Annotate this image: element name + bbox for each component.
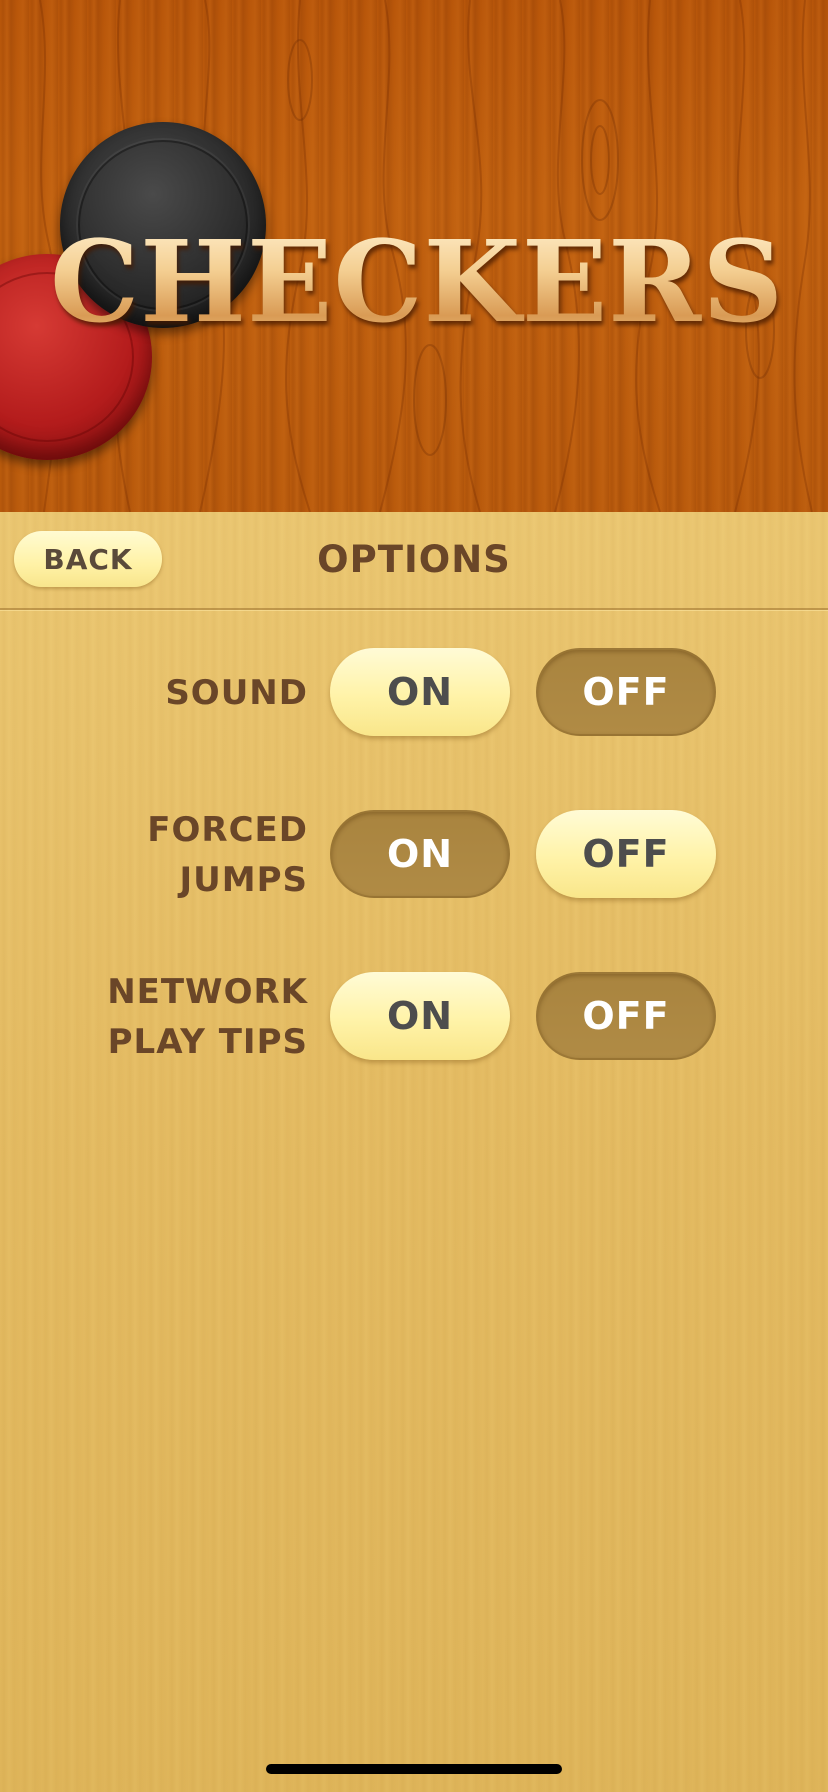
- header-banner: CHECKERS: [0, 0, 828, 512]
- sound-on-button[interactable]: ON: [330, 648, 510, 736]
- option-label-forced-jumps: FORCED JUMPS: [147, 810, 308, 900]
- network-play-tips-off-button[interactable]: OFF: [536, 972, 716, 1060]
- page-title: OPTIONS: [317, 538, 511, 581]
- forced-jumps-off-button[interactable]: OFF: [536, 810, 716, 898]
- network-play-tips-on-button[interactable]: ON: [330, 972, 510, 1060]
- sound-off-button[interactable]: OFF: [536, 648, 716, 736]
- option-row-sound: SOUND ON OFF: [0, 648, 828, 738]
- options-top-bar: BACK OPTIONS: [0, 512, 828, 610]
- option-row-forced-jumps: FORCED JUMPS ON OFF: [0, 810, 828, 900]
- options-panel: BACK OPTIONS SOUND ON OFF FORCED JUMPS O…: [0, 512, 828, 1792]
- option-label-sound: SOUND: [165, 673, 308, 713]
- option-label-network-play-tips: NETWORK PLAY TIPS: [107, 972, 308, 1062]
- forced-jumps-on-button[interactable]: ON: [330, 810, 510, 898]
- option-row-network-play-tips: NETWORK PLAY TIPS ON OFF: [0, 972, 828, 1062]
- home-indicator[interactable]: [266, 1764, 562, 1774]
- game-title: CHECKERS: [50, 218, 790, 348]
